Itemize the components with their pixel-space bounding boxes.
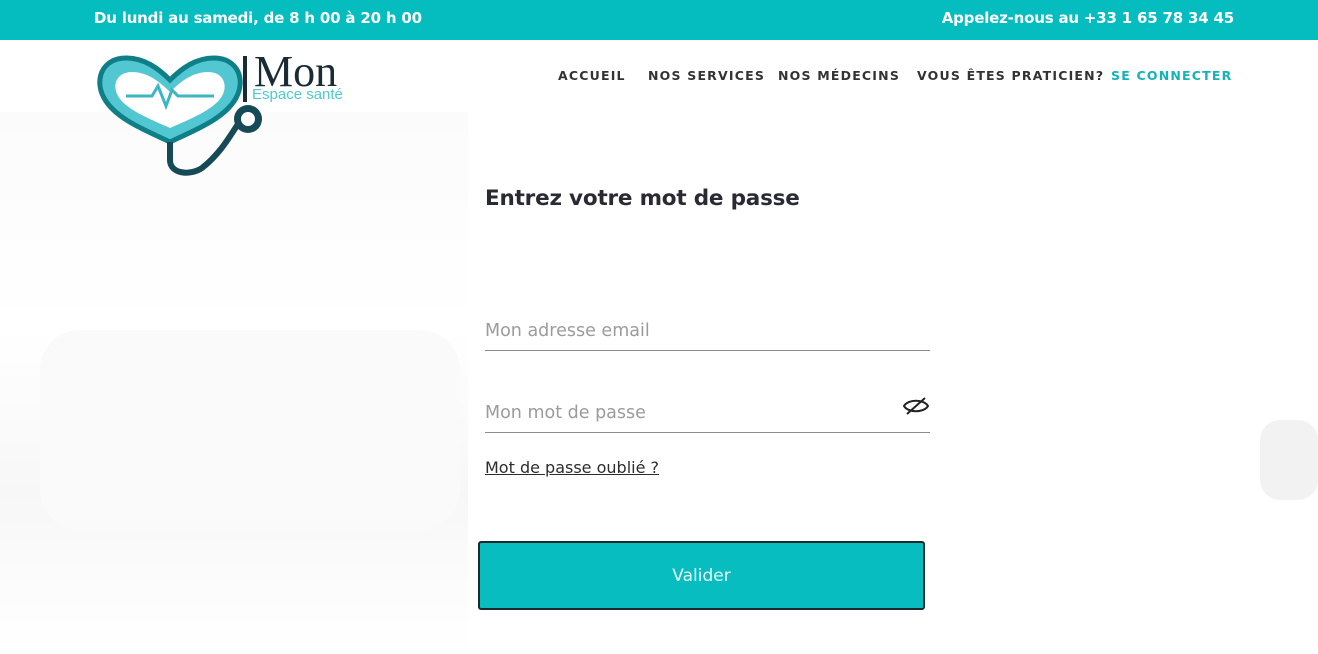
page-title: Entrez votre mot de passe xyxy=(485,186,800,211)
eye-off-icon xyxy=(902,397,930,415)
opening-hours: Du lundi au samedi, de 8 h 00 à 20 h 00 xyxy=(94,9,422,27)
top-info-bar: Du lundi au samedi, de 8 h 00 à 20 h 00 … xyxy=(0,0,1318,40)
forgot-password-link[interactable]: Mot de passe oublié ? xyxy=(485,458,659,477)
phone-contact[interactable]: Appelez-nous au +33 1 65 78 34 45 xyxy=(942,9,1234,27)
main-navigation: ACCUEIL NOS SERVICES NOS MÉDECINS VOUS Ê… xyxy=(0,68,1318,84)
nav-item-praticien[interactable]: VOUS ÊTES PRATICIEN? xyxy=(917,68,1104,83)
nav-item-services[interactable]: NOS SERVICES xyxy=(648,68,765,83)
nav-item-medecins[interactable]: NOS MÉDECINS xyxy=(778,68,900,83)
nav-item-accueil[interactable]: ACCUEIL xyxy=(558,68,626,83)
submit-button[interactable]: Valider xyxy=(478,541,925,610)
password-field[interactable] xyxy=(485,393,930,433)
background-shape xyxy=(1260,420,1318,500)
logo-subtitle: Espace santé xyxy=(252,86,343,103)
nav-item-se-connecter[interactable]: SE CONNECTER xyxy=(1111,68,1232,83)
background-shape xyxy=(40,330,460,530)
email-field[interactable] xyxy=(485,311,930,351)
hide-password-icon[interactable] xyxy=(900,392,932,420)
